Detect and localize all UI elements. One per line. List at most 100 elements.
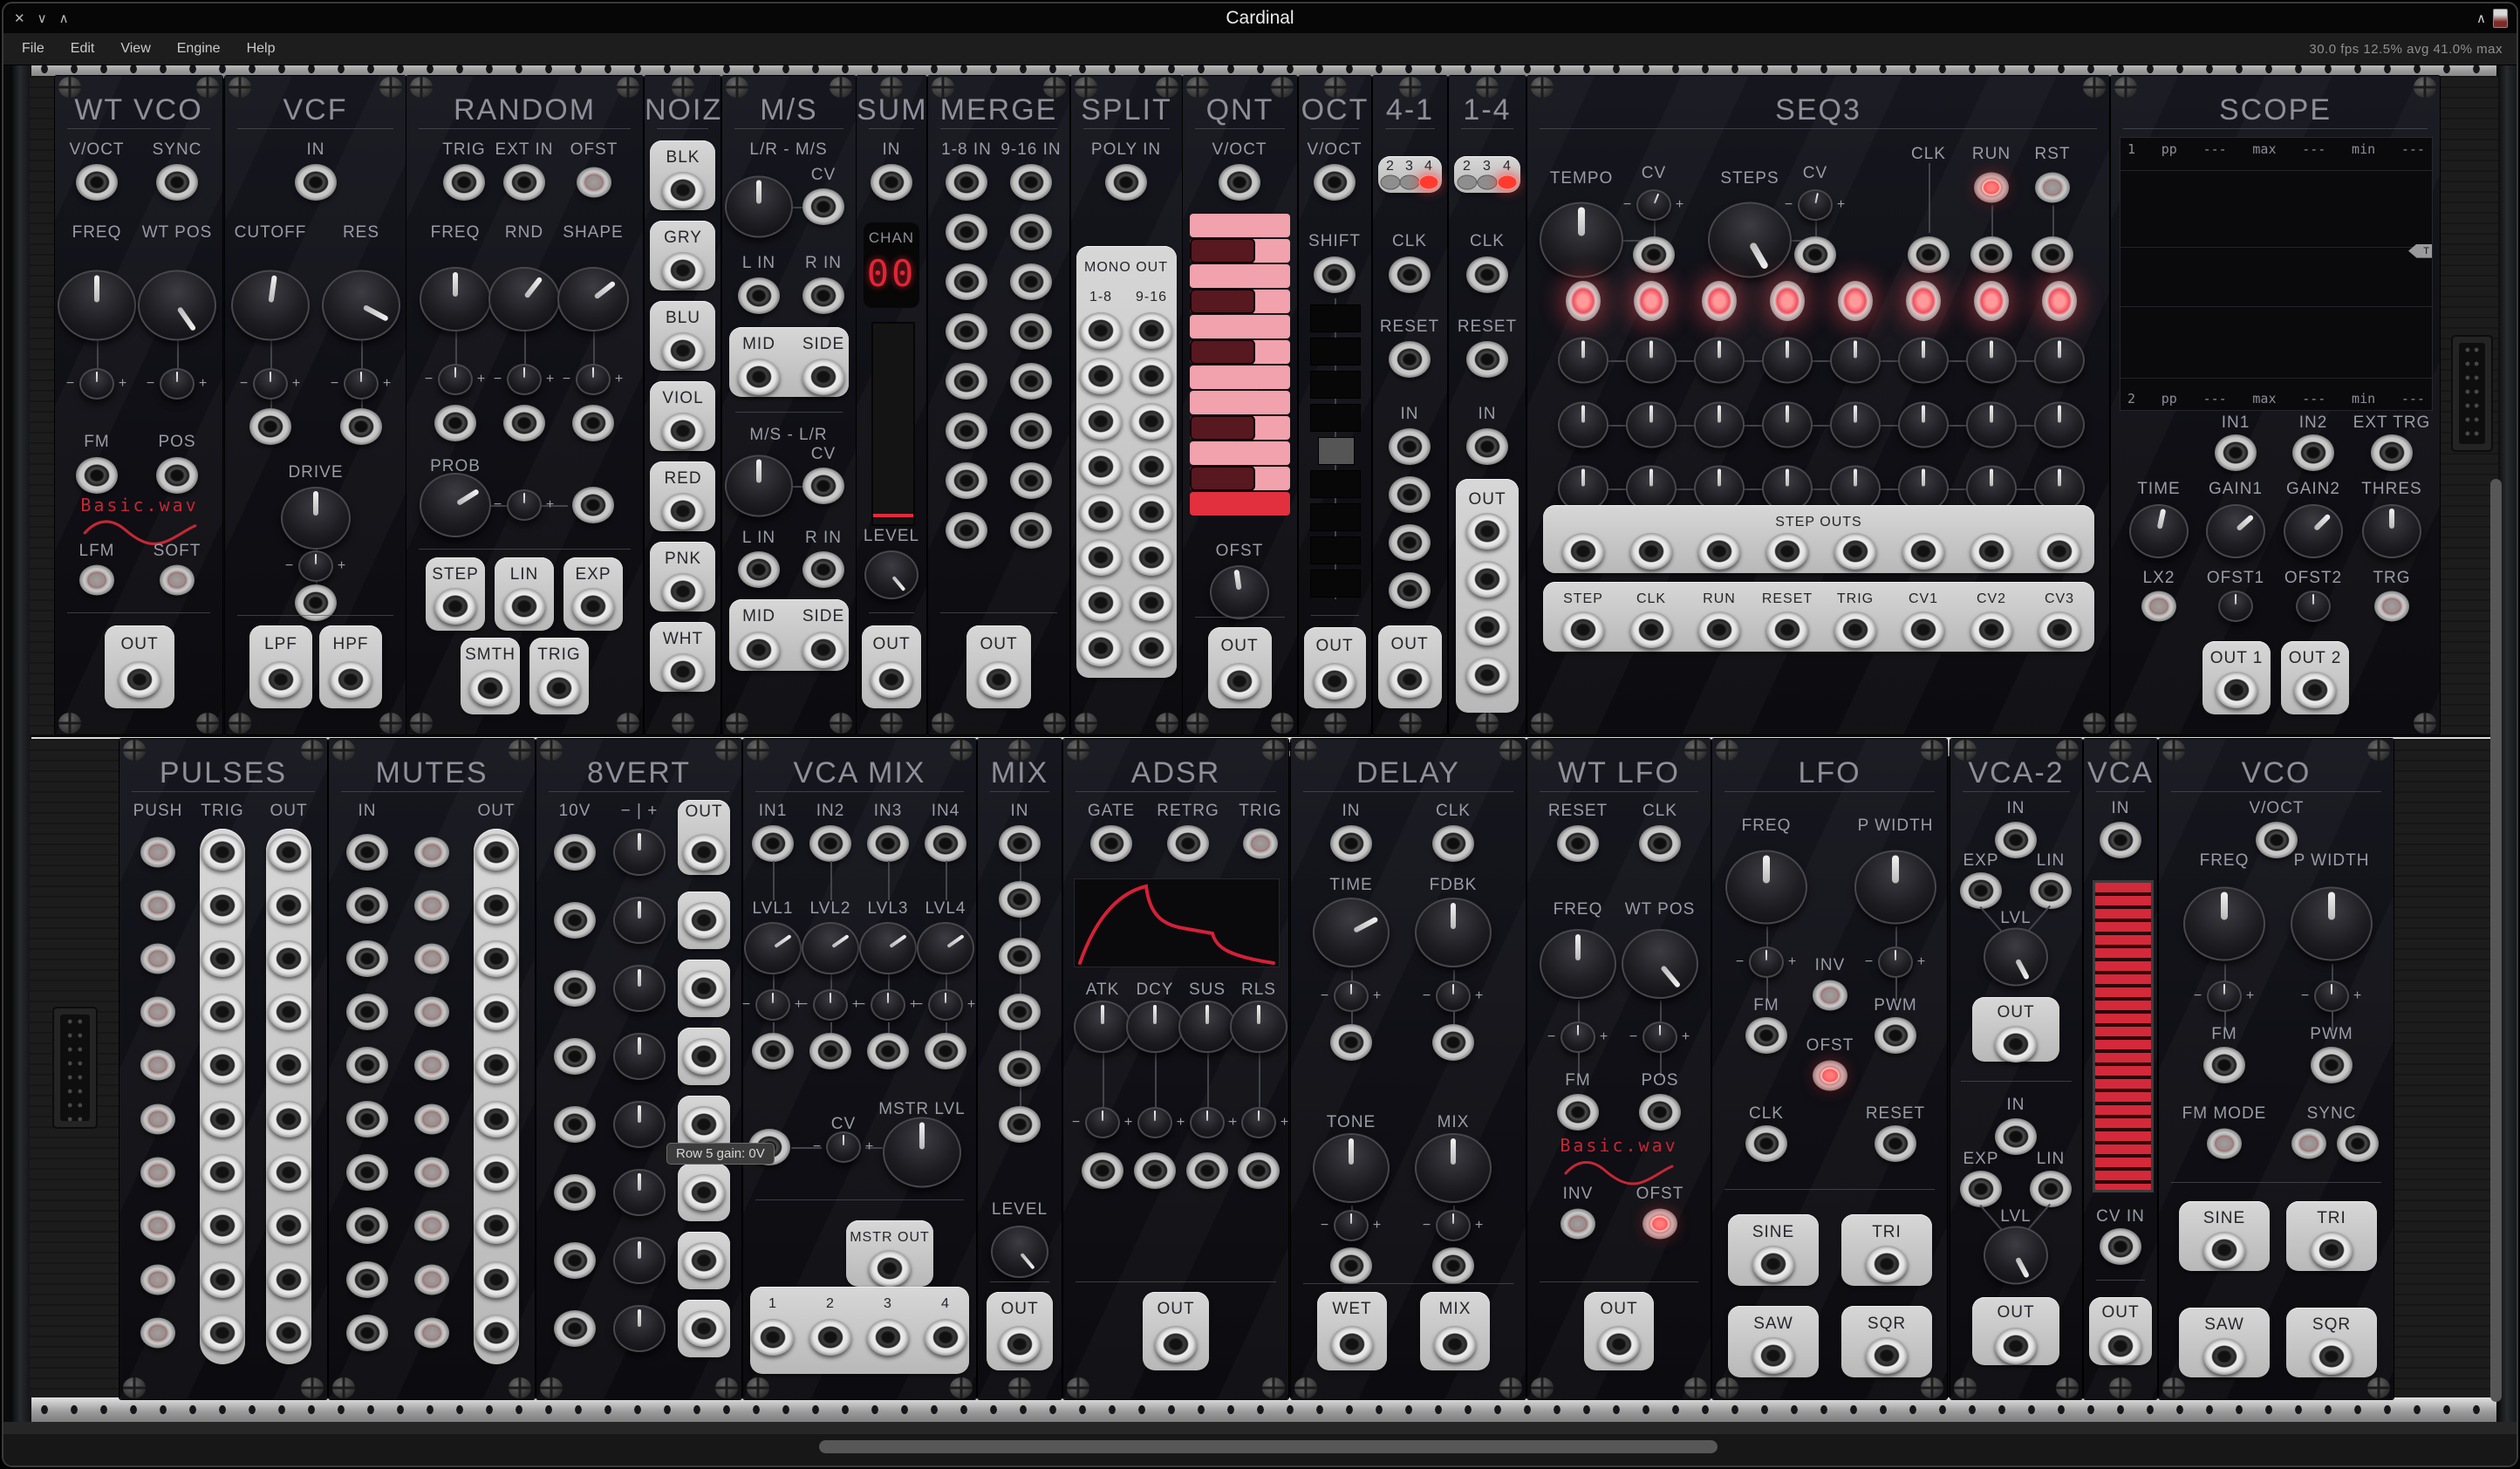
- delay-knob[interactable]: [1313, 898, 1390, 967]
- demux-1-4-port[interactable]: [1466, 513, 1508, 550]
- adsr-knob[interactable]: [1074, 1001, 1131, 1053]
- octave-box[interactable]: [1310, 304, 1361, 332]
- vca-mix-trim-knob[interactable]: [871, 989, 905, 1021]
- random-trim-knob[interactable]: [507, 489, 542, 521]
- vco-port[interactable]: [2256, 822, 2298, 858]
- vco-trim-knob[interactable]: [2207, 980, 2242, 1012]
- demux-1-4-port[interactable]: [1466, 609, 1508, 646]
- pulses-port[interactable]: [268, 1315, 310, 1351]
- mutes-port[interactable]: [346, 887, 388, 924]
- vca-mix-port[interactable]: [809, 1033, 851, 1069]
- seq3-port[interactable]: [1698, 612, 1740, 648]
- wt-vco-trim-knob[interactable]: [79, 368, 114, 400]
- mutes-port[interactable]: [475, 1101, 517, 1138]
- mutes-port[interactable]: [475, 1047, 517, 1083]
- mux-4-1-port[interactable]: [1389, 341, 1431, 378]
- vcf-port[interactable]: [249, 408, 291, 445]
- seq3-trim-knob[interactable]: [1798, 189, 1833, 221]
- noiz-port[interactable]: [662, 493, 704, 530]
- vca-mix-port[interactable]: [867, 825, 909, 862]
- pulses-port[interactable]: [268, 1261, 310, 1298]
- scope-port[interactable]: [2216, 672, 2257, 708]
- seq3-knob[interactable]: [1762, 338, 1813, 384]
- scope-knob[interactable]: [2284, 504, 2343, 558]
- pulses-button[interactable]: [140, 1265, 175, 1295]
- vca-2-port[interactable]: [2030, 1171, 2072, 1207]
- split-port[interactable]: [1080, 312, 1122, 349]
- delay-knob[interactable]: [1415, 898, 1492, 967]
- adsr-knob[interactable]: [1230, 1001, 1287, 1053]
- seq3-trim-knob[interactable]: [1636, 189, 1671, 221]
- split-port[interactable]: [1130, 358, 1172, 394]
- merge-port[interactable]: [946, 512, 987, 549]
- mutes-button[interactable]: [414, 1104, 449, 1135]
- mix-port[interactable]: [999, 1106, 1041, 1143]
- delay-port[interactable]: [1432, 1024, 1474, 1061]
- 8vert-port[interactable]: [554, 1174, 596, 1211]
- vcf-trim-knob[interactable]: [344, 368, 379, 400]
- lfo-knob[interactable]: [1854, 851, 1936, 925]
- adsr-trim-knob[interactable]: [1241, 1107, 1276, 1138]
- merge-port[interactable]: [1010, 413, 1052, 449]
- sum-port[interactable]: [871, 164, 912, 201]
- pulses-port[interactable]: [268, 887, 310, 924]
- seq3-port[interactable]: [1630, 612, 1672, 648]
- delay-knob[interactable]: [1415, 1133, 1492, 1203]
- scope-knob[interactable]: [2206, 504, 2265, 558]
- seq3-button[interactable]: [1974, 173, 2009, 203]
- wt-vco-button[interactable]: [79, 565, 114, 596]
- vcf-port[interactable]: [295, 164, 337, 201]
- m-s-port[interactable]: [802, 188, 844, 225]
- 8vert-knob[interactable]: [613, 1033, 666, 1080]
- mutes-button[interactable]: [414, 1318, 449, 1349]
- random-port[interactable]: [434, 405, 476, 441]
- m-s-knob[interactable]: [725, 176, 793, 238]
- mutes-port[interactable]: [475, 1154, 517, 1191]
- 8vert-knob[interactable]: [613, 829, 666, 876]
- lfo-port[interactable]: [1875, 1125, 1916, 1162]
- delay-port[interactable]: [1432, 1247, 1474, 1284]
- merge-port[interactable]: [1010, 363, 1052, 400]
- 8vert-knob[interactable]: [613, 1237, 666, 1284]
- random-port[interactable]: [503, 164, 545, 201]
- scope-trim-knob[interactable]: [2218, 591, 2253, 622]
- pulses-button[interactable]: [140, 891, 175, 921]
- wt-lfo-port[interactable]: [1639, 825, 1681, 862]
- vca-mix-knob[interactable]: [744, 922, 802, 974]
- random-port[interactable]: [503, 405, 545, 441]
- 8vert-port[interactable]: [683, 1106, 725, 1143]
- mux-4-1-port[interactable]: [1389, 476, 1431, 513]
- split-port[interactable]: [1130, 630, 1172, 666]
- seq3-step-led[interactable]: [2042, 281, 2077, 321]
- merge-port[interactable]: [946, 413, 987, 449]
- seq3-port[interactable]: [1766, 612, 1808, 648]
- adsr-knob[interactable]: [1178, 1001, 1236, 1053]
- octave-box[interactable]: [1310, 338, 1361, 366]
- scope-port[interactable]: [2292, 434, 2334, 471]
- m-s-port[interactable]: [738, 359, 780, 395]
- seq3-port[interactable]: [1794, 236, 1836, 273]
- pulses-port[interactable]: [201, 1261, 243, 1298]
- merge-port[interactable]: [1010, 313, 1052, 350]
- vco-port[interactable]: [2203, 1232, 2245, 1268]
- vca-mix-port[interactable]: [752, 1319, 794, 1356]
- vca-mix-trim-knob[interactable]: [928, 989, 963, 1021]
- wt-lfo-button[interactable]: [1642, 1209, 1677, 1240]
- split-port[interactable]: [1130, 584, 1172, 621]
- delay-trim-knob[interactable]: [1334, 980, 1369, 1012]
- pulses-port[interactable]: [201, 1154, 243, 1191]
- vca-mix-port[interactable]: [809, 1319, 851, 1356]
- scope-port[interactable]: [2215, 434, 2257, 471]
- mutes-port[interactable]: [346, 1207, 388, 1244]
- menu-item-view[interactable]: View: [107, 33, 163, 65]
- wt-vco-knob[interactable]: [138, 270, 216, 341]
- 8vert-port[interactable]: [683, 1310, 725, 1347]
- vca-2-port[interactable]: [1960, 1171, 2002, 1207]
- split-port[interactable]: [1080, 494, 1122, 530]
- random-trim-knob[interactable]: [576, 364, 611, 395]
- 8vert-port[interactable]: [554, 1038, 596, 1075]
- pulses-port[interactable]: [201, 834, 243, 871]
- vco-port[interactable]: [2203, 1338, 2245, 1375]
- qnt-knob[interactable]: [1210, 565, 1269, 619]
- seq3-step-led[interactable]: [1770, 281, 1805, 321]
